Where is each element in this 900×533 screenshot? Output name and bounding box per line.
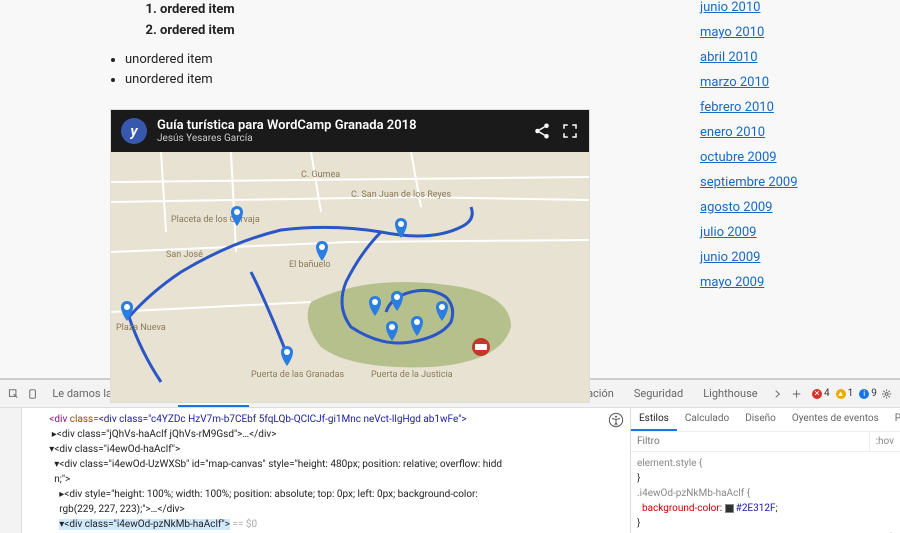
list-item: unordered item [125,50,680,71]
map-title: Guía turística para WordCamp Granada 201… [157,118,523,133]
dom-line[interactable]: <div class=<div class="c4YZDc HzV7m-b7CE… [22,412,630,427]
map-label: El bañuelo [289,259,331,270]
map-header: y Guía turística para WordCamp Granada 2… [111,110,589,152]
archive-link[interactable]: septiembre 2009 [700,175,880,190]
info-badge[interactable]: i9 [859,388,877,399]
map-logo: y [121,118,147,144]
map-label: Placeta de los Carvaja [171,215,260,225]
map-label: Plaza Nueva [116,323,166,333]
inspect-icon[interactable] [8,386,19,402]
list-item: ordered item [160,21,680,42]
share-icon[interactable] [533,122,551,140]
fullscreen-icon[interactable] [561,122,579,140]
archive-link[interactable]: mayo 2009 [700,275,880,290]
main-content: ordered item ordered item unordered item… [0,0,680,378]
dom-line[interactable]: rgb(229, 227, 223);">…</div> [22,502,630,517]
map-widget: y Guía turística para WordCamp Granada 2… [110,109,590,403]
map-subtitle: Jesús Yesares García [157,133,523,144]
styles-tabs: Estilos Calculado Diseño Oyentes de even… [631,408,900,432]
warn-badge[interactable]: ▲1 [836,388,854,399]
tab-listeners[interactable]: Oyentes de eventos [784,408,887,431]
tab-lighthouse[interactable]: Lighthouse [693,381,767,406]
hov-toggle[interactable]: :hov [869,432,900,451]
map-label: Puerta de las Granadas [251,370,345,380]
dom-line[interactable]: ▸<div style="height: 100%; width: 100%; … [22,487,630,502]
tab-layout[interactable]: Diseño [737,408,784,431]
error-badge[interactable]: ✕4 [812,388,830,399]
device-icon[interactable] [27,386,38,402]
tab-computed[interactable]: Calculado [677,408,737,431]
tab-styles[interactable]: Estilos [631,408,677,431]
dom-tree[interactable]: <div class=<div class="c4YZDc HzV7m-b7CE… [22,408,630,533]
list-item: ordered item [160,0,680,21]
archive-link[interactable]: julio 2009 [700,225,880,240]
tab-security[interactable]: Seguridad [624,381,693,406]
dom-line[interactable]: ▾<div class="i4ewOd-haAclf"> [22,442,630,457]
archive-link[interactable]: abril 2010 [700,50,880,65]
styles-filter-input[interactable] [631,432,869,451]
devtools-gutter [0,408,22,533]
archive-link[interactable]: marzo 2010 [700,75,880,90]
styles-body[interactable]: element.style { } .i4ewOd-pzNkMb-haAclf … [631,452,900,533]
gear-icon[interactable] [881,386,892,402]
unordered-list: unordered item unordered item [125,50,680,92]
dom-line[interactable]: ▸<div class="jQhVs-haAclf jQhVs-rM9Gsd">… [22,427,630,442]
accessibility-icon[interactable] [608,412,624,428]
map-label: Puerta de la Justicia [371,370,453,380]
dom-line[interactable]: n;"> [22,472,630,487]
map-label: C. San Juan de los Reyes [351,190,451,200]
map-canvas[interactable]: C. Gumea C. San Juan de los Reyes Placet… [111,152,589,402]
tab-breakpoints[interactable]: Puntos de inter [887,408,900,431]
map-label: San José [166,250,203,260]
archive-link[interactable]: enero 2010 [700,125,880,140]
archive-link[interactable]: octubre 2009 [700,150,880,165]
archive-link[interactable]: mayo 2010 [700,25,880,40]
styles-panel: Estilos Calculado Diseño Oyentes de even… [630,408,900,533]
dom-line-selected[interactable]: ▾<div class="i4ewOd-pzNkMb-haAclf"> == $… [22,517,630,532]
ordered-list: ordered item ordered item [160,0,680,42]
archive-link[interactable]: febrero 2010 [700,100,880,115]
archive-link[interactable]: junio 2009 [700,250,880,265]
chevron-right-icon[interactable] [772,386,783,402]
archive-link[interactable]: agosto 2009 [700,200,880,215]
archive-link[interactable]: junio 2010 [700,0,880,15]
plus-icon[interactable] [791,386,802,402]
archive-sidebar: junio 2010 mayo 2010 abril 2010 marzo 20… [680,0,900,378]
map-label: C. Gumea [301,170,340,180]
dom-line[interactable]: ▾<div class="i4ewOd-UzWXSb" id="map-canv… [22,457,630,472]
list-item: unordered item [125,70,680,91]
